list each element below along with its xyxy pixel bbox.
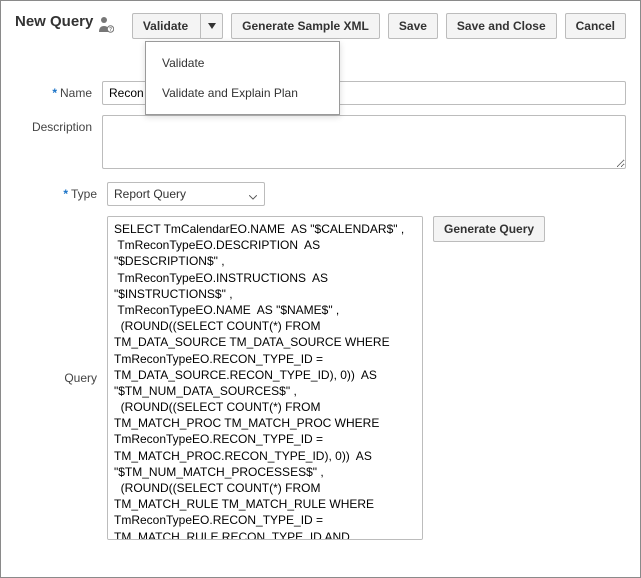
toolbar: Validate Generate Sample XML Save Save a…: [132, 13, 626, 39]
type-select[interactable]: Report Query: [107, 182, 265, 206]
description-textarea[interactable]: [102, 115, 626, 169]
query-textarea[interactable]: [107, 216, 423, 540]
generate-sample-xml-button[interactable]: Generate Sample XML: [231, 13, 380, 39]
required-mark: *: [52, 86, 57, 100]
required-mark: *: [63, 187, 68, 201]
svg-text:?: ?: [109, 27, 112, 33]
row-type: *Type Report Query: [15, 182, 626, 206]
chevron-down-icon: [208, 23, 216, 29]
person-help-icon[interactable]: ?: [98, 15, 114, 33]
row-query: Query Generate Query: [15, 216, 626, 540]
dropdown-item-validate-explain[interactable]: Validate and Explain Plan: [146, 78, 339, 108]
generate-query-button[interactable]: Generate Query: [433, 216, 545, 242]
label-name: *Name: [15, 81, 102, 100]
header: New Query ? Validate Generate Sample XML…: [15, 13, 626, 39]
form: *Name Description *Type Report Query: [15, 81, 626, 540]
label-type: *Type: [15, 182, 107, 201]
page-title: New Query: [15, 13, 98, 31]
validate-dropdown-menu: Validate Validate and Explain Plan: [145, 41, 340, 115]
validate-split-button: Validate: [132, 13, 223, 39]
label-query: Query: [15, 216, 107, 385]
label-description: Description: [15, 115, 102, 134]
query-editor-window: New Query ? Validate Generate Sample XML…: [0, 0, 641, 578]
save-and-close-button[interactable]: Save and Close: [446, 13, 557, 39]
cancel-button[interactable]: Cancel: [565, 13, 626, 39]
row-description: Description: [15, 115, 626, 172]
validate-button[interactable]: Validate: [132, 13, 201, 39]
validate-dropdown-trigger[interactable]: [201, 13, 223, 39]
save-button[interactable]: Save: [388, 13, 438, 39]
dropdown-item-validate[interactable]: Validate: [146, 48, 339, 78]
